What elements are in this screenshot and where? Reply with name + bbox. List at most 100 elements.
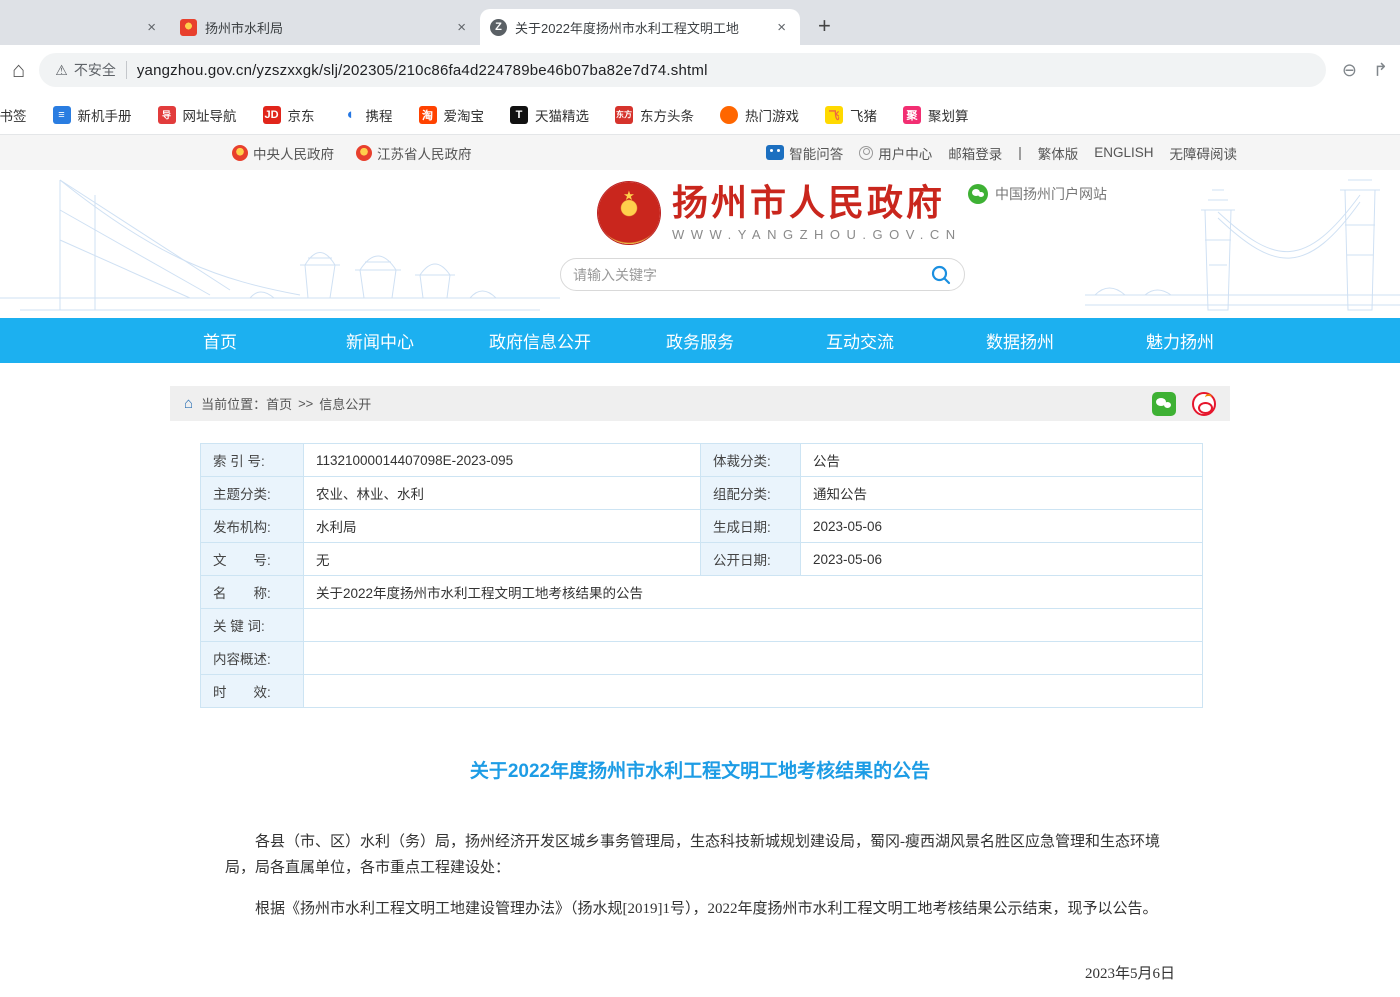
- bookmarks-bar: 机书签 ≡ 新机手册 导 网址导航 JD 京东 ◖ 携程 淘 爱淘宝 T 天猫精…: [0, 95, 1400, 135]
- bookmark-mobile[interactable]: 机书签: [0, 105, 27, 125]
- table-row: 内容概述:: [201, 642, 1203, 675]
- share-icon[interactable]: ↱: [1373, 60, 1388, 81]
- meta-value: [304, 675, 1203, 708]
- table-row: 时 效:: [201, 675, 1203, 708]
- bookmark-jd[interactable]: JD 京东: [263, 105, 315, 125]
- site-title: 扬州市人民政府: [672, 184, 962, 224]
- meta-label: 生成日期:: [701, 510, 801, 543]
- game-icon: [720, 106, 738, 124]
- meta-value: 关于2022年度扬州市水利工程文明工地考核结果的公告: [304, 576, 1203, 609]
- table-row: 名 称: 关于2022年度扬州市水利工程文明工地考核结果的公告: [201, 576, 1203, 609]
- article-date: 2023年5月6日: [170, 962, 1175, 983]
- gov-links-right: 智能问答 用户中心 邮箱登录 | 繁体版 ENGLISH 无障碍阅读: [766, 143, 1237, 163]
- home-button-icon[interactable]: ⌂: [12, 57, 25, 83]
- meta-label: 体裁分类:: [701, 444, 801, 477]
- nav-site-icon: 导: [158, 106, 176, 124]
- bookmark-manual[interactable]: ≡ 新机手册: [53, 105, 132, 125]
- ju-icon: 聚: [903, 106, 921, 124]
- bookmark-label: 飞猪: [850, 105, 877, 125]
- user-center-link[interactable]: 用户中心: [859, 143, 932, 163]
- bookmark-tmall[interactable]: T 天猫精选: [510, 105, 589, 125]
- tab-partial[interactable]: ×: [0, 9, 170, 45]
- table-row: 文 号: 无 公开日期: 2023-05-06: [201, 543, 1203, 576]
- breadcrumb-home-icon: ⌂: [184, 395, 193, 412]
- meta-value: 公告: [801, 444, 1203, 477]
- nav-charm-yangzhou[interactable]: 魅力扬州: [1100, 328, 1260, 353]
- table-row: 主题分类: 农业、林业、水利 组配分类: 通知公告: [201, 477, 1203, 510]
- tab-title: 关于2022年度扬州市水利工程文明工地: [515, 18, 765, 37]
- close-tab-icon[interactable]: ×: [773, 17, 790, 38]
- wechat-icon: [968, 184, 988, 204]
- share-wechat-icon[interactable]: [1152, 392, 1176, 416]
- bookmark-nav[interactable]: 导 网址导航: [158, 105, 237, 125]
- bookmark-juhuasuan[interactable]: 聚 聚划算: [903, 105, 969, 125]
- bookmark-label: 热门游戏: [745, 105, 799, 125]
- link-label: 中央人民政府: [253, 143, 334, 163]
- link-jiangsu-gov[interactable]: 江苏省人民政府: [356, 143, 472, 163]
- nav-data-yangzhou[interactable]: 数据扬州: [940, 328, 1100, 353]
- meta-value: 农业、林业、水利: [304, 477, 701, 510]
- tab-yangzhou-water-bureau[interactable]: 扬州市水利局 ×: [170, 9, 480, 45]
- banner-lineart-bridge-left: [0, 170, 560, 318]
- bookmark-label: 网址导航: [183, 105, 237, 125]
- link-label: 繁体版: [1038, 143, 1079, 163]
- nav-info-disclosure[interactable]: 政府信息公开: [460, 328, 620, 353]
- traditional-version-link[interactable]: 繁体版: [1038, 143, 1079, 163]
- link-label: 江苏省人民政府: [377, 143, 472, 163]
- content-card: ⌂ 当前位置： 首页 >> 信息公开 索 引 号: 11321000014407…: [170, 386, 1230, 997]
- bookmark-taobao[interactable]: 淘 爱淘宝: [419, 105, 485, 125]
- english-version-link[interactable]: ENGLISH: [1094, 145, 1153, 160]
- bookmark-dongfang[interactable]: 东方 东方头条: [615, 105, 694, 125]
- accessibility-link[interactable]: 无障碍阅读: [1170, 143, 1238, 163]
- address-bar[interactable]: ⚠ 不安全 yangzhou.gov.cn/yzszxxgk/slj/20230…: [39, 53, 1326, 87]
- meta-label: 组配分类:: [701, 477, 801, 510]
- bookmark-label: 天猫精选: [535, 105, 589, 125]
- meta-label: 关 键 词:: [201, 609, 304, 642]
- new-tab-button[interactable]: +: [818, 13, 831, 39]
- nav-gov-services[interactable]: 政务服务: [620, 328, 780, 353]
- breadcrumb-current-link[interactable]: 信息公开: [319, 394, 371, 413]
- meta-label: 时 效:: [201, 675, 304, 708]
- close-tab-icon[interactable]: ×: [453, 17, 470, 38]
- bookmark-games[interactable]: 热门游戏: [720, 105, 799, 125]
- search-icon[interactable]: [930, 264, 952, 286]
- bookmark-ctrip[interactable]: ◖ 携程: [341, 105, 393, 125]
- address-divider: [126, 61, 127, 79]
- divider: |: [1018, 145, 1022, 160]
- bookmark-label: 东方头条: [640, 105, 694, 125]
- bookmark-fliggy[interactable]: 飞 飞猪: [825, 105, 877, 125]
- site-logo[interactable]: 扬州市人民政府 WWW.YANGZHOU.GOV.CN: [598, 182, 962, 244]
- site-url-caption: WWW.YANGZHOU.GOV.CN: [672, 227, 962, 242]
- close-tab-icon[interactable]: ×: [143, 17, 160, 38]
- tab-title: 扬州市水利局: [205, 18, 445, 37]
- meta-label: 索 引 号:: [201, 444, 304, 477]
- article-paragraph: 各县（市、区）水利（务）局，扬州经济开发区城乡事务管理局，生态科技新城规划建设局…: [225, 829, 1175, 882]
- mail-login-link[interactable]: 邮箱登录: [948, 143, 1002, 163]
- site-banner: 扬州市人民政府 WWW.YANGZHOU.GOV.CN 中国扬州门户网站: [0, 170, 1400, 318]
- book-icon: ≡: [53, 106, 71, 124]
- nav-home[interactable]: 首页: [140, 328, 300, 353]
- tab-active-announcement[interactable]: Z 关于2022年度扬州市水利工程文明工地 ×: [480, 9, 800, 45]
- link-label: ENGLISH: [1094, 145, 1153, 160]
- document-meta-table: 索 引 号: 11321000014407098E-2023-095 体裁分类:…: [200, 443, 1203, 708]
- meta-value: 11321000014407098E-2023-095: [304, 444, 701, 477]
- zoom-out-icon[interactable]: ⊖: [1342, 60, 1357, 81]
- meta-value: 2023-05-06: [801, 543, 1203, 576]
- meta-label: 主题分类:: [201, 477, 304, 510]
- meta-value: 通知公告: [801, 477, 1203, 510]
- gov-top-strip: 中央人民政府 江苏省人民政府 智能问答 用户中心 邮箱登录 | 繁体版 ENGL…: [0, 135, 1400, 170]
- nav-news-center[interactable]: 新闻中心: [300, 328, 460, 353]
- meta-value: 无: [304, 543, 701, 576]
- link-central-gov[interactable]: 中央人民政府: [232, 143, 334, 163]
- breadcrumb: ⌂ 当前位置： 首页 >> 信息公开: [170, 386, 1230, 421]
- nav-interaction[interactable]: 互动交流: [780, 328, 940, 353]
- share-weibo-icon[interactable]: [1192, 392, 1216, 416]
- breadcrumb-home-link[interactable]: 首页: [266, 394, 292, 413]
- meta-label: 发布机构:: [201, 510, 304, 543]
- meta-value: 2023-05-06: [801, 510, 1203, 543]
- search-input[interactable]: [573, 267, 930, 283]
- banner-lineart-bridge-right: [1085, 170, 1400, 318]
- bookmark-label: 爱淘宝: [444, 105, 485, 125]
- portal-link[interactable]: 中国扬州门户网站: [968, 184, 1107, 204]
- smart-qa-link[interactable]: 智能问答: [766, 143, 843, 163]
